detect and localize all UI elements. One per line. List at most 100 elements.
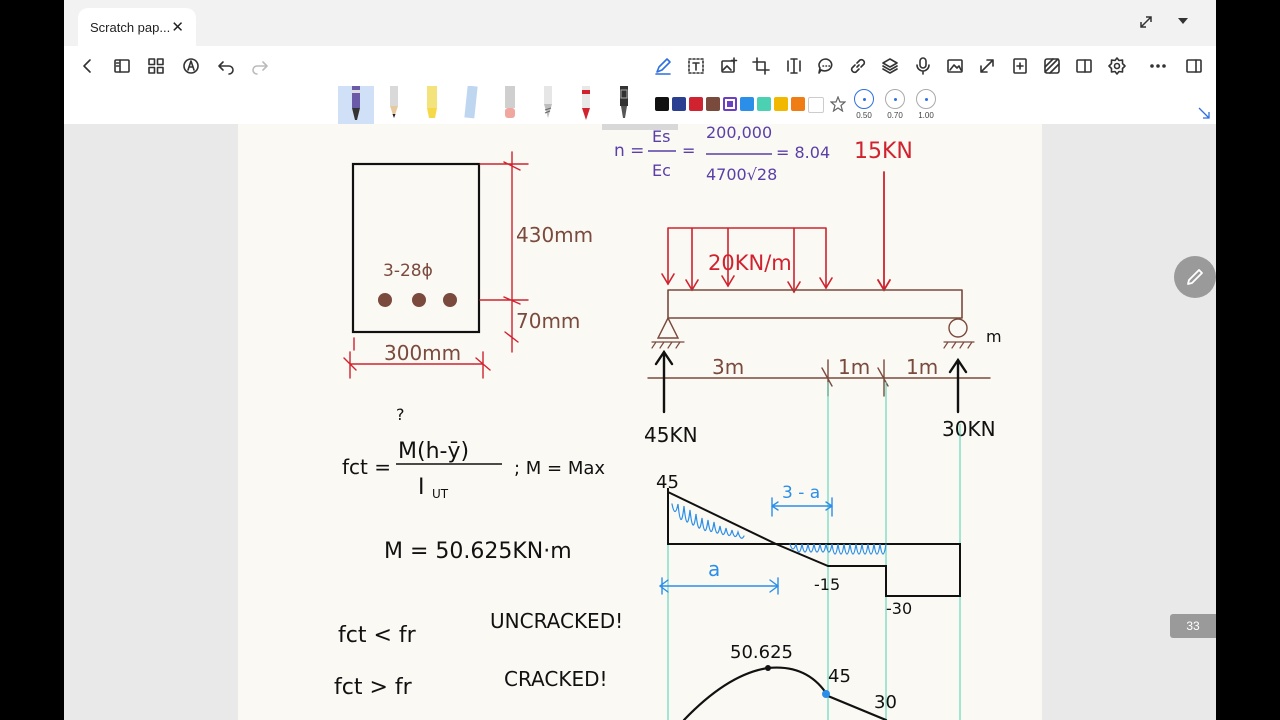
expand-icon[interactable] bbox=[1138, 14, 1154, 35]
highlighter-tool[interactable] bbox=[414, 86, 450, 124]
shear-value-45: 45 bbox=[656, 472, 679, 493]
modular-ratio-n: n = bbox=[614, 141, 644, 161]
color-swatch[interactable] bbox=[706, 97, 720, 111]
condition-2-result: CRACKED! bbox=[504, 667, 608, 691]
panel-icon[interactable] bbox=[1184, 56, 1204, 76]
fct-note: ; M = Max bbox=[514, 458, 605, 479]
section-cover-label: 70mm bbox=[516, 309, 580, 333]
color-swatch[interactable] bbox=[791, 97, 805, 111]
pattern-icon[interactable] bbox=[1042, 56, 1062, 76]
fct-question-mark: ? bbox=[396, 405, 405, 424]
fct-denominator: I bbox=[418, 475, 425, 500]
reaction-left: 45KN bbox=[644, 423, 698, 447]
reaction-right: 30KN bbox=[942, 417, 996, 441]
add-page-icon[interactable] bbox=[1010, 56, 1030, 76]
modular-ratio-numerator: 200,000 bbox=[706, 124, 772, 142]
redo-icon[interactable] bbox=[250, 56, 270, 76]
span-label-1: 3m bbox=[712, 355, 744, 379]
tab-title: Scratch pap... bbox=[90, 19, 171, 35]
condition-2-lhs: fct > fr bbox=[334, 675, 413, 700]
collapse-arrow-icon[interactable] bbox=[1198, 106, 1210, 124]
color-swatch[interactable] bbox=[740, 97, 754, 111]
fct-denominator-subscript: UT bbox=[432, 487, 449, 501]
thickness-070[interactable]: 0.70 bbox=[883, 89, 907, 120]
color-swatch[interactable] bbox=[774, 97, 788, 111]
text-box-icon[interactable] bbox=[686, 56, 706, 76]
section-bars-label: 3-28ϕ bbox=[383, 261, 433, 281]
support-label: m bbox=[986, 327, 1002, 346]
document-tab[interactable]: Scratch pap... ✕ bbox=[78, 8, 196, 46]
udl-label: 20KN/m bbox=[708, 251, 792, 275]
star-icon[interactable] bbox=[829, 95, 847, 117]
shear-value-minus30: -30 bbox=[886, 599, 912, 618]
pen-tool-icon[interactable] bbox=[653, 56, 673, 76]
mechanical-pen-tool[interactable] bbox=[606, 86, 642, 124]
crop-icon[interactable] bbox=[751, 56, 771, 76]
modular-ratio-equals: = bbox=[682, 141, 695, 160]
bmd-45-label: 45 bbox=[828, 666, 851, 687]
fct-lhs: fct = bbox=[342, 455, 391, 479]
grid-icon[interactable] bbox=[146, 56, 166, 76]
canvas-area[interactable]: 3-28ϕ 430mm 70mm 300mm n = Es Ec = 200,0… bbox=[64, 124, 1216, 720]
fountain-pen-tool[interactable] bbox=[338, 86, 374, 124]
color-swatch[interactable] bbox=[808, 97, 824, 113]
tab-bar: Scratch pap... ✕ bbox=[64, 0, 1216, 46]
main-toolbar bbox=[64, 46, 1216, 87]
note-page[interactable]: 3-28ϕ 430mm 70mm 300mm n = Es Ec = 200,0… bbox=[238, 124, 1042, 720]
chevron-down-icon[interactable] bbox=[1176, 14, 1190, 33]
section-width-label: 300mm bbox=[384, 341, 461, 365]
thickness-label: 1.00 bbox=[918, 111, 934, 120]
back-icon[interactable] bbox=[78, 56, 98, 76]
span-label-3: 1m bbox=[906, 355, 938, 379]
ruler-tool[interactable] bbox=[454, 85, 490, 124]
pencil-icon bbox=[1187, 269, 1203, 285]
handwritten-notes: 3-28ϕ 430mm 70mm 300mm n = Es Ec = 200,0… bbox=[334, 124, 1002, 720]
red-pen-tool[interactable] bbox=[568, 86, 604, 124]
fct-numerator: M(h-ȳ) bbox=[398, 439, 469, 464]
pen-mode-icon[interactable] bbox=[181, 56, 201, 76]
modular-ratio-es: Es bbox=[652, 127, 670, 146]
layers-icon[interactable] bbox=[880, 56, 900, 76]
comment-icon[interactable] bbox=[816, 56, 836, 76]
pen-toolbar: 0.50 0.70 1.00 bbox=[64, 85, 1216, 125]
edit-fab[interactable] bbox=[1174, 256, 1216, 298]
color-swatch[interactable] bbox=[723, 97, 737, 111]
page-number-indicator[interactable]: 33 bbox=[1170, 614, 1216, 638]
point-load-label: 15KN bbox=[854, 139, 913, 164]
sidebar-icon[interactable] bbox=[112, 56, 132, 76]
text-cursor-icon[interactable] bbox=[784, 56, 804, 76]
section-height-label: 430mm bbox=[516, 223, 593, 247]
modular-ratio-ec: Ec bbox=[652, 161, 671, 180]
expand-arrow-icon[interactable] bbox=[977, 56, 997, 76]
beam-loading-diagram bbox=[647, 171, 991, 414]
thickness-050[interactable]: 0.50 bbox=[852, 89, 876, 120]
thickness-100[interactable]: 1.00 bbox=[914, 89, 938, 120]
link-icon[interactable] bbox=[848, 56, 868, 76]
modular-ratio-denominator: 4700√28 bbox=[706, 165, 777, 184]
color-swatch[interactable] bbox=[757, 97, 771, 111]
microphone-icon[interactable] bbox=[913, 56, 933, 76]
split-view-icon[interactable] bbox=[1074, 56, 1094, 76]
shear-value-minus15: -15 bbox=[814, 575, 840, 594]
eraser-tool[interactable] bbox=[492, 86, 528, 124]
image-icon[interactable] bbox=[945, 56, 965, 76]
close-icon[interactable]: ✕ bbox=[171, 18, 184, 36]
bmd-max-label: 50.625 bbox=[730, 642, 793, 663]
thickness-label: 0.50 bbox=[856, 111, 872, 120]
shear-3-minus-a-label: 3 - a bbox=[782, 483, 820, 503]
thickness-label: 0.70 bbox=[887, 111, 903, 120]
pencil-tool[interactable] bbox=[376, 86, 412, 124]
moment-value: M = 50.625KN·m bbox=[384, 539, 572, 564]
settings-icon[interactable] bbox=[1107, 56, 1127, 76]
bending-moment-diagram bbox=[682, 665, 888, 720]
undo-icon[interactable] bbox=[216, 56, 236, 76]
more-icon[interactable] bbox=[1148, 56, 1168, 76]
color-swatch[interactable] bbox=[689, 97, 703, 111]
alignment-guides bbox=[667, 382, 961, 720]
add-image-icon[interactable] bbox=[719, 56, 739, 76]
modular-ratio-result: = 8.04 bbox=[776, 143, 830, 162]
color-swatch[interactable] bbox=[655, 97, 669, 111]
condition-1-result: UNCRACKED! bbox=[490, 609, 623, 633]
lasso-tool[interactable] bbox=[530, 86, 566, 124]
color-swatch[interactable] bbox=[672, 97, 686, 111]
